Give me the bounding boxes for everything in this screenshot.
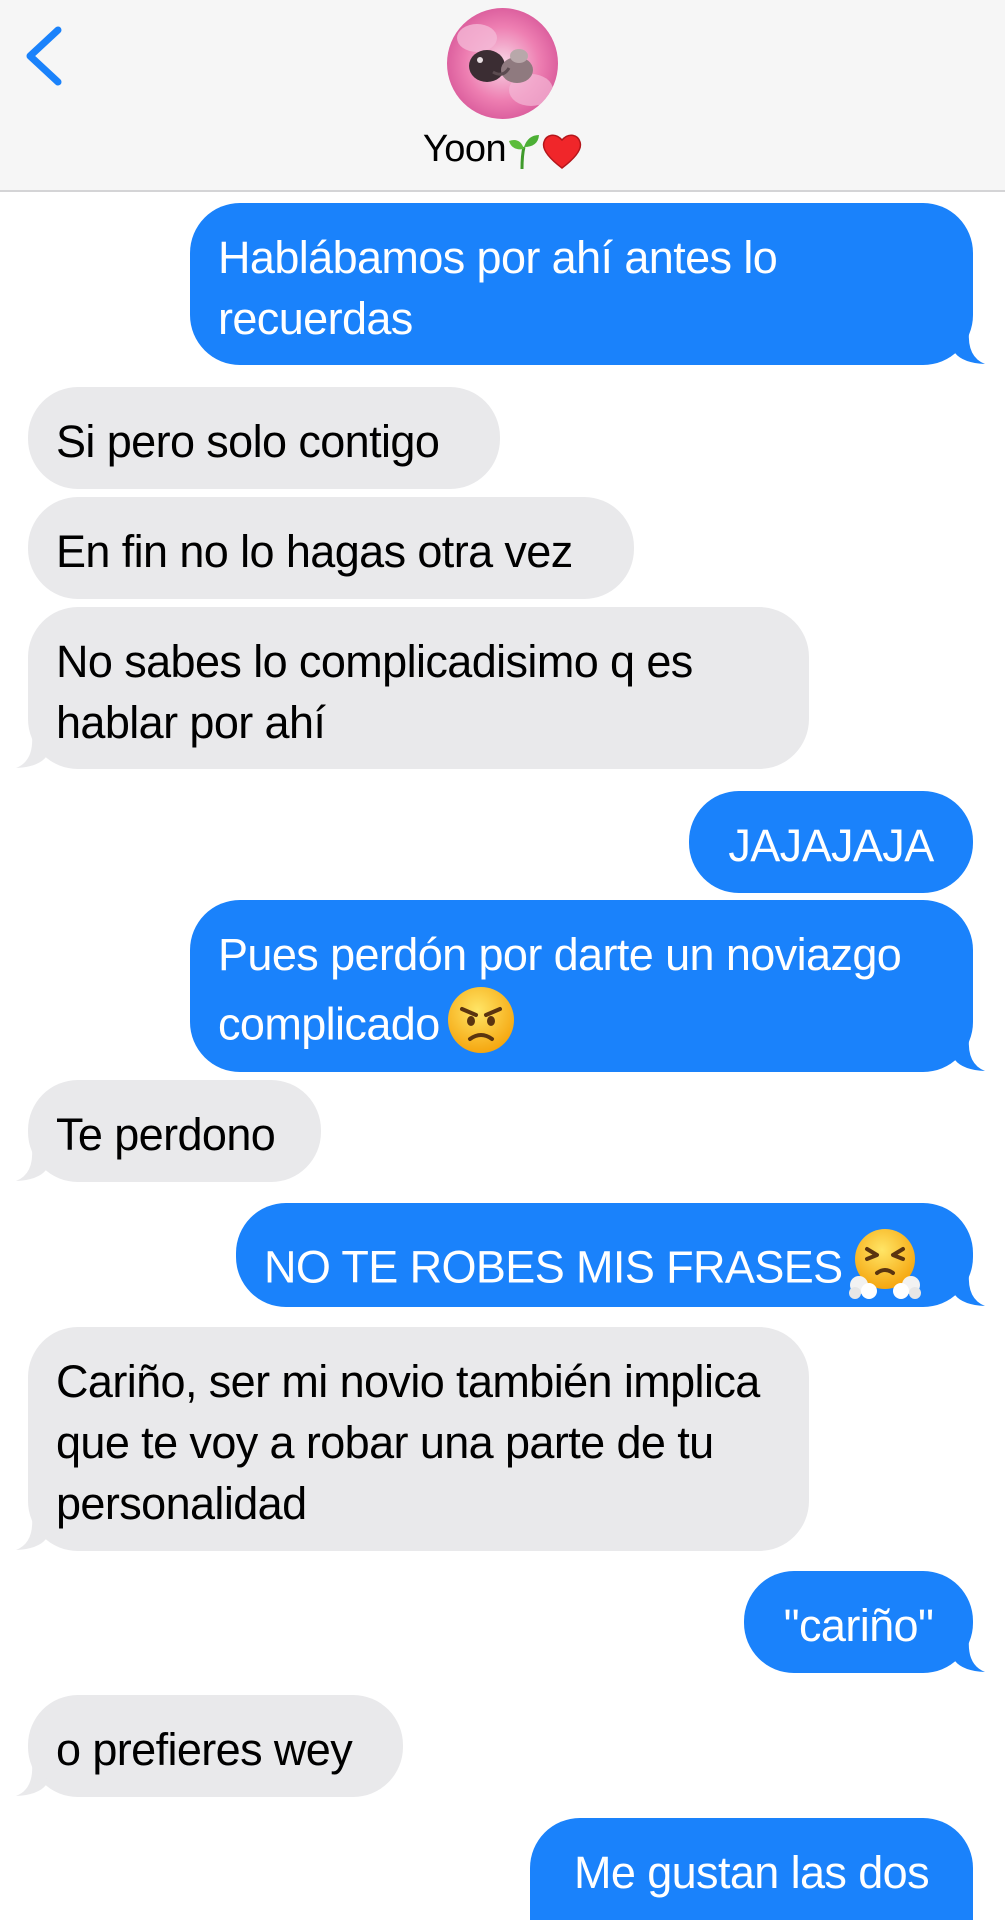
message-text: No sabes lo complicadisimo q es hablar p… — [56, 636, 693, 748]
contact-avatar[interactable] — [447, 8, 558, 119]
face-with-steam-icon — [848, 1227, 921, 1314]
bubble-tail — [953, 1639, 985, 1672]
message-text: JAJAJAJA — [728, 820, 934, 871]
message-text: Hablábamos por ahí antes lo recuerdas — [218, 232, 778, 344]
bubble-tail — [16, 735, 48, 768]
message-incoming[interactable]: o prefieres wey — [16, 1695, 403, 1797]
contact-name[interactable]: Yoon — [0, 128, 1005, 171]
contact-name-text: Yoon — [422, 128, 507, 170]
message-outgoing[interactable]: JAJAJAJA — [689, 791, 973, 893]
bubble-tail — [16, 1148, 48, 1181]
message-incoming[interactable]: No sabes lo complicadisimo q es hablar p… — [16, 607, 809, 769]
back-button[interactable] — [20, 26, 70, 86]
message-text: En fin no lo hagas otra vez — [56, 526, 573, 577]
avatar-image — [447, 8, 558, 119]
angry-face-icon — [446, 985, 516, 1070]
message-incoming[interactable]: En fin no lo hagas otra vez — [28, 497, 634, 599]
message-incoming[interactable]: Si pero solo contigo — [28, 387, 500, 489]
chevron-left-icon — [26, 26, 62, 86]
message-outgoing[interactable]: Hablábamos por ahí antes lo recuerdas — [190, 203, 985, 365]
message-outgoing[interactable]: NO TE ROBES MIS FRASES — [236, 1203, 985, 1307]
seedling-icon — [509, 134, 540, 169]
bubble-tail — [16, 1517, 48, 1550]
message-text: NO TE ROBES MIS FRASES — [264, 1241, 843, 1293]
bubble-tail — [953, 331, 985, 364]
message-text: Cariño, ser mi novio también implica que… — [56, 1356, 760, 1529]
message-outgoing[interactable]: "cariño" — [744, 1571, 985, 1673]
message-text: Te perdono — [56, 1109, 276, 1160]
bubble-tail — [953, 1273, 985, 1306]
message-text: Me gustan las dos — [573, 1847, 930, 1898]
conversation-header: Yoon — [0, 0, 1005, 192]
message-outgoing[interactable]: Pues perdón por darte un noviazgo compli… — [190, 900, 985, 1072]
message-text: Pues perdón por darte un noviazgo compli… — [218, 929, 902, 1050]
message-outgoing[interactable]: Me gustan las dos — [530, 1818, 973, 1920]
message-text: Si pero solo contigo — [56, 416, 440, 467]
bubble-tail — [953, 1038, 985, 1071]
message-text: o prefieres wey — [56, 1724, 353, 1775]
message-incoming[interactable]: Te perdono — [16, 1080, 321, 1182]
red-heart-icon — [542, 134, 582, 169]
message-incoming[interactable]: Cariño, ser mi novio también implica que… — [16, 1327, 809, 1551]
message-text: "cariño" — [783, 1600, 934, 1651]
bubble-tail — [16, 1763, 48, 1796]
